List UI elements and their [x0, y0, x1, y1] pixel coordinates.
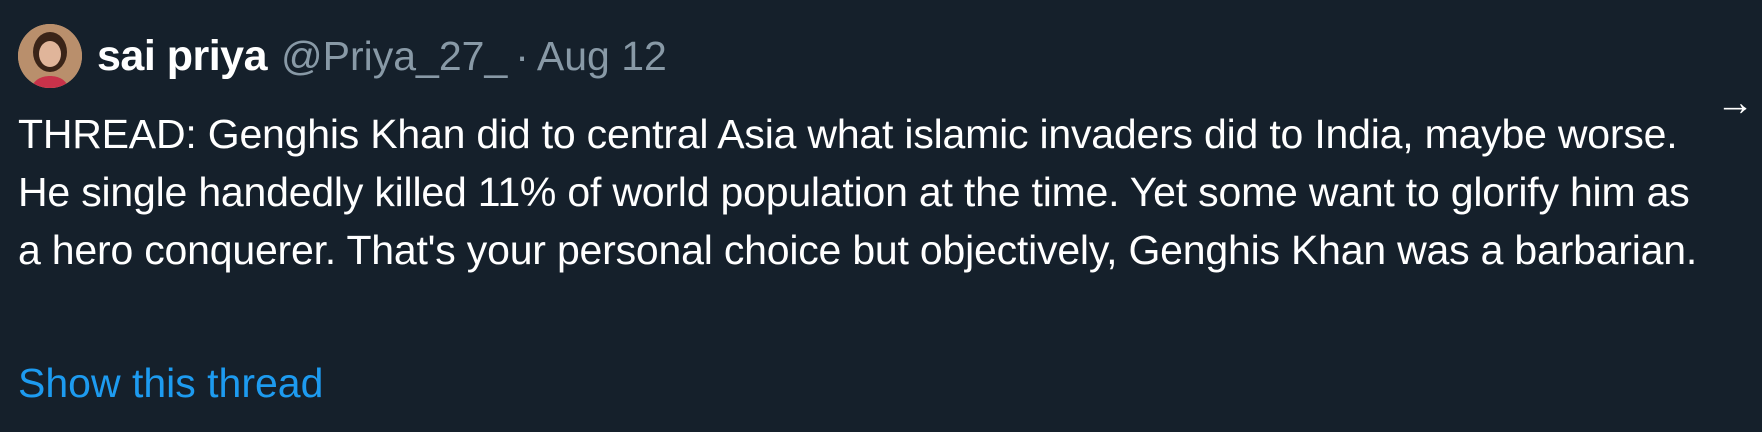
tweet-date[interactable]: Aug 12	[537, 33, 667, 80]
user-handle[interactable]: @Priya_27_	[281, 33, 507, 80]
display-name[interactable]: sai priya	[97, 32, 268, 81]
tweet-card[interactable]: sai priya @Priya_27_ · Aug 12 → THREAD: …	[0, 0, 1762, 432]
arrow-right-icon[interactable]: →	[1716, 84, 1754, 122]
show-thread-link[interactable]: Show this thread	[18, 360, 323, 407]
avatar-photo-icon	[18, 24, 82, 88]
tweet-header: sai priya @Priya_27_ · Aug 12	[97, 26, 667, 86]
tweet-text: THREAD: Genghis Khan did to central Asia…	[18, 111, 1698, 273]
separator-dot: ·	[515, 32, 529, 79]
avatar[interactable]	[18, 24, 82, 88]
